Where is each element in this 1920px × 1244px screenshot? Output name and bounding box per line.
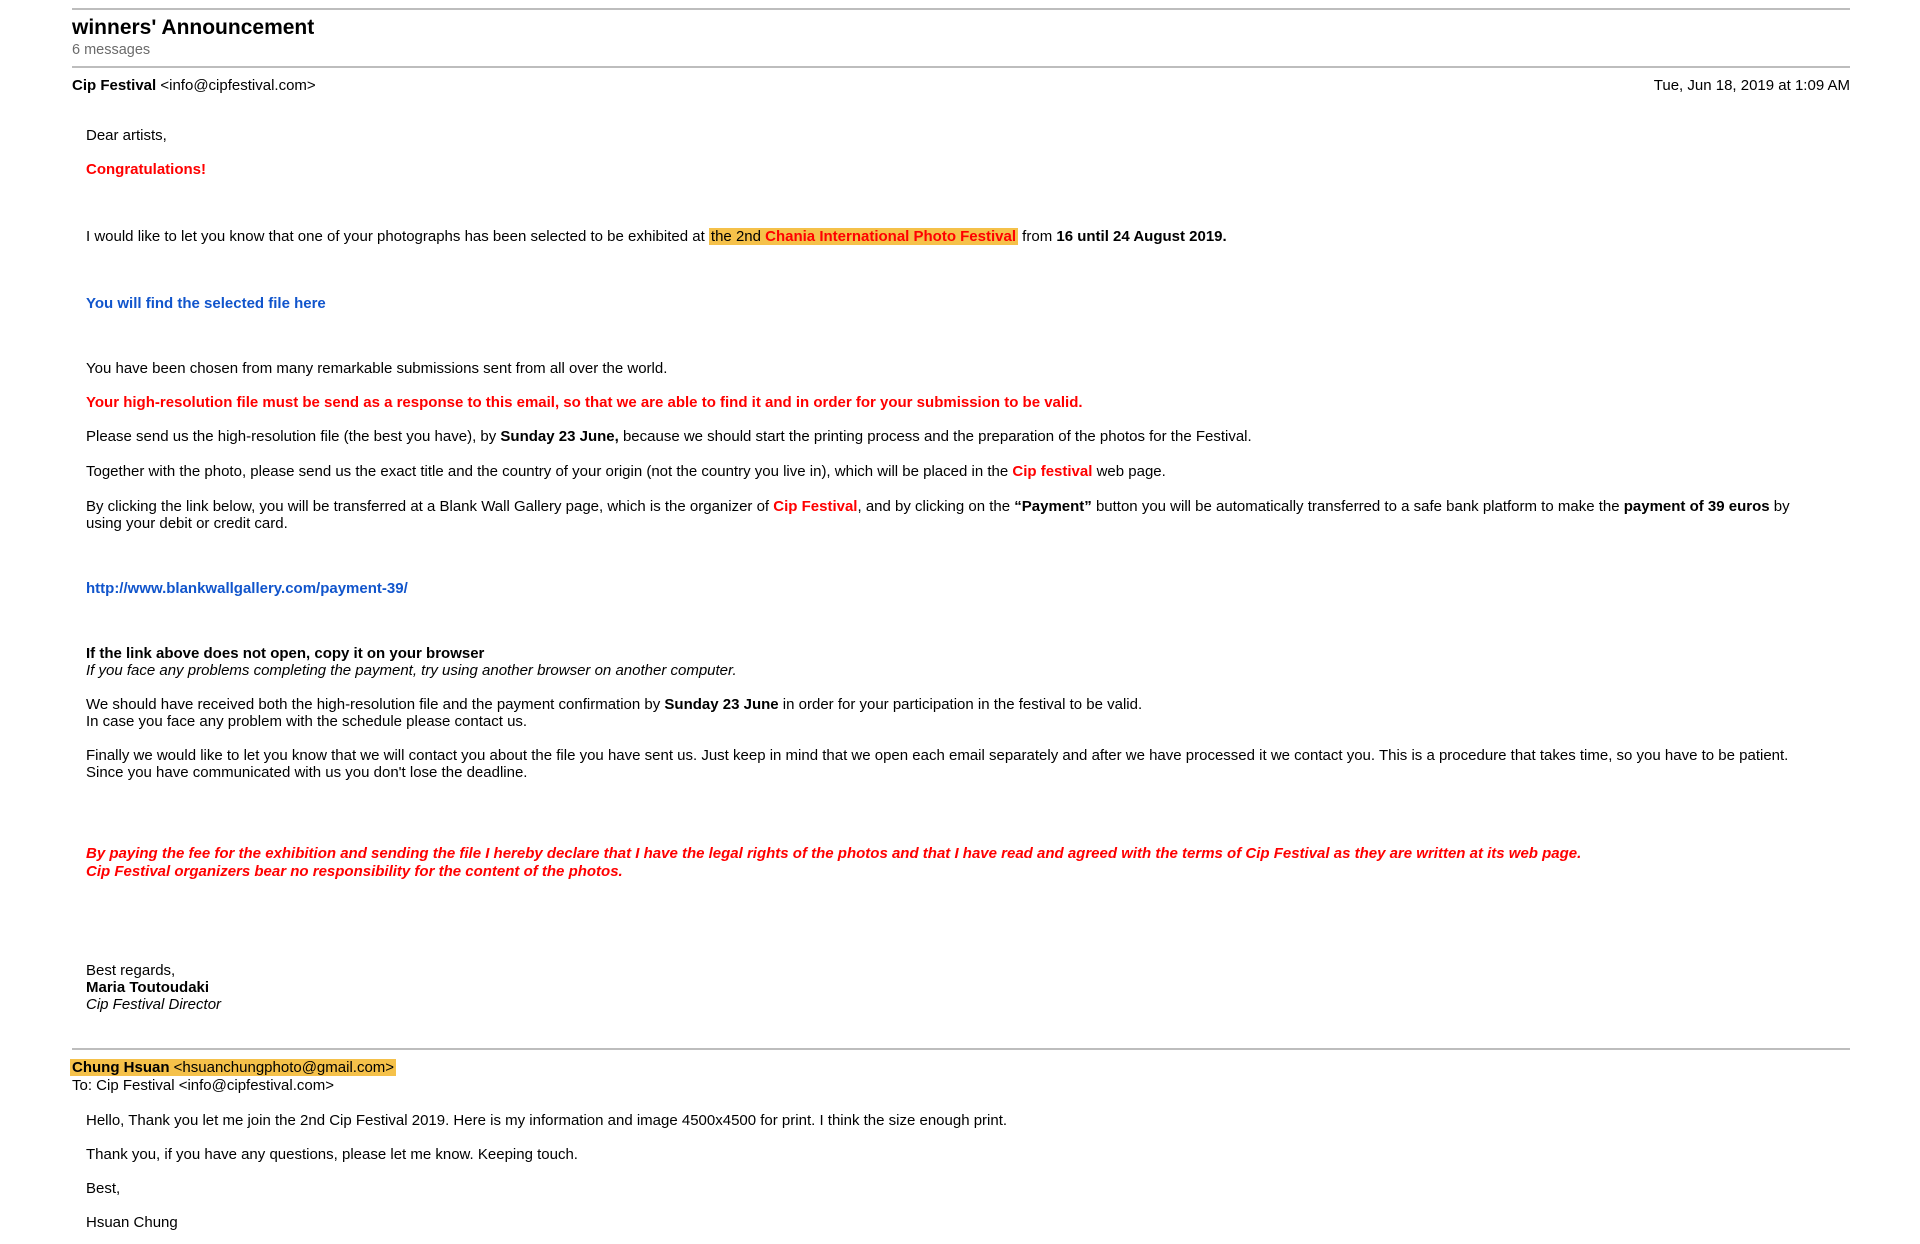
schedule-note: In case you face any problem with the sc… [86, 713, 528, 730]
browser-tip: If you face any problems completing the … [86, 662, 737, 679]
message-1-date: Tue, Jun 18, 2019 at 1:09 AM [1653, 77, 1850, 94]
message-2-divider [72, 1048, 1850, 1050]
resolution-warning: Your high-resolution file must be send a… [86, 394, 1083, 411]
responsibility-note: Cip Festival organizers bear no responsi… [86, 863, 623, 880]
copy-link-note: If the link above does not open, copy it… [86, 645, 485, 662]
deadline-note: Since you have communicated with us you … [86, 764, 528, 781]
top-divider [72, 8, 1850, 10]
title-country-paragraph: Together with the photo, please send us … [86, 463, 1166, 480]
payment-link[interactable]: http://www.blankwallgallery.com/payment-… [86, 580, 408, 598]
sender-email: <info@cipfestival.com> [160, 77, 316, 94]
sender-email: <hsuanchungphoto@gmail.com> [173, 1059, 395, 1076]
legal-declaration: By paying the fee for the exhibition and… [86, 845, 1582, 862]
payment-paragraph-line2: using your debit or credit card. [86, 515, 288, 532]
deadline-paragraph: Please send us the high-resolution file … [86, 428, 1252, 445]
reply-closing: Best, [86, 1180, 121, 1197]
festival-dates: 16 until 24 August 2019. [1056, 228, 1227, 245]
reply-paragraph-1: Hello, Thank you let me join the 2nd Cip… [86, 1112, 1008, 1129]
message-2-sender[interactable]: Chung Hsuan <hsuanchungphoto@gmail.com> [70, 1059, 397, 1076]
selection-paragraph: I would like to let you know that one of… [86, 228, 1227, 245]
subject-divider [72, 66, 1850, 68]
confirmation-paragraph: We should have received both the high-re… [86, 696, 1143, 713]
greeting: Dear artists, [86, 127, 167, 144]
reply-signature: Hsuan Chung [86, 1214, 178, 1231]
message-1-sender[interactable]: Cip Festival <info@cipfestival.com> [72, 77, 316, 94]
sender-name: Chung Hsuan [72, 1059, 170, 1076]
payment-paragraph: By clicking the link below, you will be … [86, 498, 1790, 515]
chosen-paragraph: You have been chosen from many remarkabl… [86, 360, 668, 377]
festival-name: Chania International Photo Festival [765, 228, 1017, 245]
congratulations: Congratulations! [86, 161, 206, 178]
selected-file-link[interactable]: You will find the selected file here [86, 295, 326, 313]
sender-name: Cip Festival [72, 77, 157, 94]
message-count: 6 messages [72, 42, 151, 58]
thread-subject: winners' Announcement [72, 16, 315, 39]
signature-title: Cip Festival Director [86, 996, 222, 1013]
signature-name: Maria Toutoudaki [86, 979, 210, 996]
regards: Best regards, [86, 962, 176, 979]
message-2-recipient: To: Cip Festival <info@cipfestival.com> [72, 1077, 334, 1094]
reply-paragraph-2: Thank you, if you have any questions, pl… [86, 1146, 578, 1163]
contact-paragraph: Finally we would like to let you know th… [86, 747, 1789, 764]
festival-highlight: the 2nd Chania International Photo Festi… [708, 228, 1019, 245]
